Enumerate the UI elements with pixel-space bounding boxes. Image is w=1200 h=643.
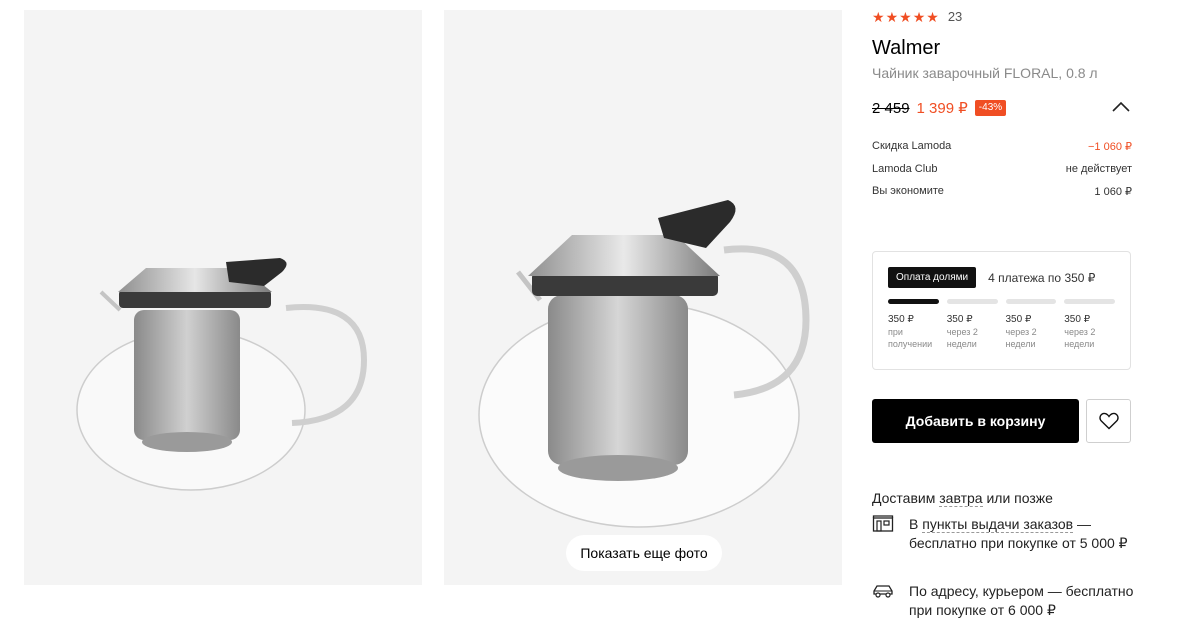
- teapot-image-2: [478, 200, 810, 528]
- installment-item: 350 ₽ через 2 недели: [1064, 314, 1115, 350]
- delivery-title-suffix: или позже: [982, 490, 1053, 506]
- installment-bar: [946, 299, 998, 304]
- heart-icon: [1098, 412, 1119, 430]
- installment-when: при получении: [888, 327, 933, 349]
- installment-item: 350 ₽ через 2 недели: [947, 314, 998, 350]
- installments-schedule: 350 ₽ при получении 350 ₽ через 2 недели…: [888, 314, 1115, 350]
- courier-text: По адресу, курьером — бесплатно при поку…: [909, 583, 1134, 618]
- wishlist-button[interactable]: [1086, 399, 1131, 443]
- delivery-title: Доставим завтра или позже: [872, 490, 1053, 507]
- breakdown-label: Скидка Lamoda: [872, 140, 952, 152]
- car-icon: [873, 585, 893, 598]
- pickup-point-icon: [872, 515, 894, 532]
- installment-when: через 2 недели: [1064, 327, 1096, 349]
- installment-bar: [1005, 299, 1057, 304]
- breakdown-row: Вы экономите 1 060 ₽: [872, 185, 1132, 208]
- star-icon: ★: [912, 8, 926, 25]
- breakdown-label: Вы экономите: [872, 185, 944, 197]
- pickup-prefix: В: [909, 516, 923, 532]
- installments-badge: Оплата долями: [888, 267, 977, 288]
- current-price: 1 399 ₽: [916, 100, 968, 117]
- product-title: Чайник заварочный FLORAL, 0.8 л: [872, 65, 1098, 81]
- installment-amount: 350 ₽: [946, 314, 973, 325]
- rating-stars: ★ ★ ★ ★ ★: [872, 10, 939, 24]
- star-icon: ★: [885, 8, 899, 25]
- breakdown-value: не действует: [1065, 162, 1132, 175]
- old-price: 2 459: [872, 99, 910, 117]
- installment-item: 350 ₽ при получении: [888, 314, 939, 350]
- breakdown-label: Lamoda Club: [872, 162, 938, 175]
- installments-header: Оплата долями 4 платежа по 350 ₽: [888, 267, 1115, 288]
- star-icon: ★: [899, 8, 912, 25]
- breakdown-row: Скидка Lamoda −1 060 ₽: [872, 140, 1132, 163]
- installments-progress: [888, 299, 1115, 304]
- installment-when: через 2 недели: [946, 327, 978, 349]
- installments-widget[interactable]: Оплата долями 4 платежа по 350 ₽ 350 ₽ п…: [872, 251, 1131, 370]
- breakdown-value: −1 060 ₽: [1087, 141, 1132, 153]
- product-photo-1[interactable]: [24, 10, 422, 585]
- star-icon: ★: [926, 8, 939, 25]
- installment-item: 350 ₽ через 2 недели: [1006, 314, 1057, 350]
- price-row: 2 459 1 399 ₽ -43%: [872, 98, 1132, 118]
- pickup-points-link[interactable]: пункты выдачи заказов: [922, 516, 1074, 533]
- chevron-up-icon[interactable]: [1112, 100, 1130, 114]
- installment-bar: [888, 299, 939, 304]
- teapot-image-1: [76, 258, 368, 491]
- pickup-text: В пункты выдачи заказов — бесплатно при …: [909, 515, 1134, 552]
- installment-amount: 350 ₽: [1005, 314, 1032, 325]
- discount-badge: -43%: [974, 100, 1007, 116]
- brand-name[interactable]: Walmer: [872, 37, 940, 60]
- breakdown-value: 1 060 ₽: [1094, 186, 1132, 198]
- price-breakdown: Скидка Lamoda −1 060 ₽ Lamoda Club не де…: [872, 140, 1132, 208]
- installment-when: через 2 недели: [1005, 327, 1037, 349]
- rating[interactable]: ★ ★ ★ ★ ★ 23: [872, 9, 962, 24]
- show-more-photos-button[interactable]: Показать еще фото: [566, 535, 722, 571]
- installment-amount: 350 ₽: [1064, 314, 1091, 325]
- star-icon: ★: [872, 8, 885, 25]
- installment-bar: [1064, 299, 1115, 304]
- add-to-cart-button[interactable]: Добавить в корзину: [872, 399, 1079, 443]
- rating-count[interactable]: 23: [948, 9, 962, 24]
- delivery-date-link[interactable]: завтра: [939, 490, 983, 507]
- product-photo-2[interactable]: [444, 10, 842, 585]
- delivery-title-prefix: Доставим: [872, 490, 940, 506]
- installments-summary: 4 платежа по 350 ₽: [988, 270, 1096, 285]
- breakdown-row: Lamoda Club не действует: [872, 163, 1132, 186]
- installment-amount: 350 ₽: [888, 314, 914, 325]
